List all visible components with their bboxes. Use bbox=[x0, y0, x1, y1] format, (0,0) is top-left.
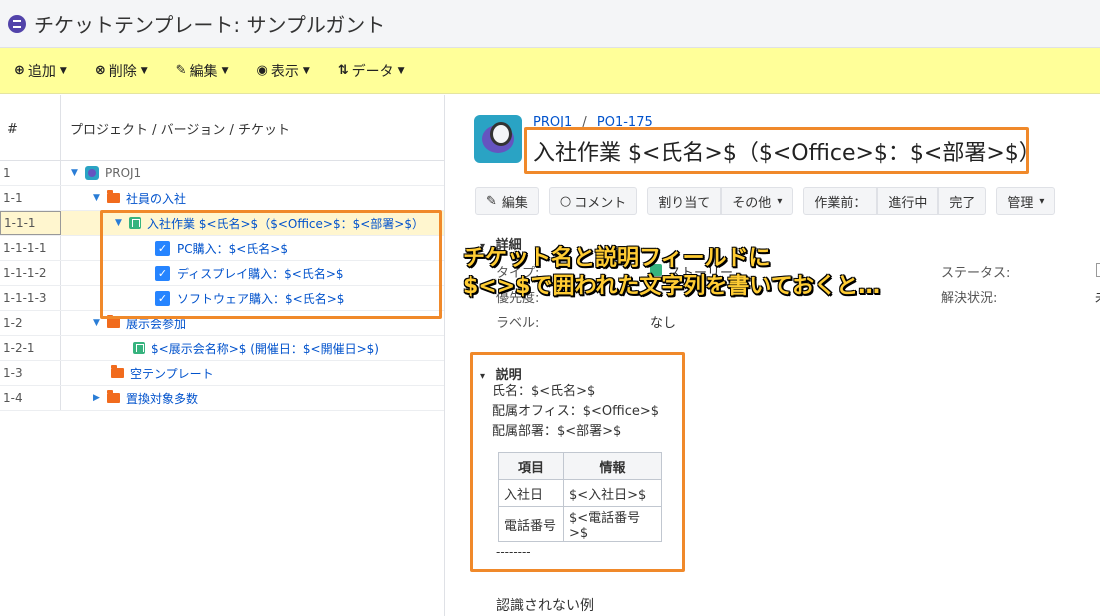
status-label: ステータス: bbox=[941, 266, 1011, 281]
edit-label: 編集 bbox=[189, 63, 218, 80]
resolution-label: 解決状況: bbox=[941, 291, 998, 306]
row-number: 1-4 bbox=[0, 386, 61, 410]
admin-label: 管理 bbox=[1007, 195, 1034, 211]
row-label: $<展示会名称>$ (開催日：$<開催日>$) bbox=[151, 341, 379, 356]
plus-circle-icon: ⊕ bbox=[14, 63, 25, 78]
project-icon bbox=[85, 166, 99, 180]
annotation-callout: チケット名と説明フィールドに $<>$で囲われた文字列を書いておくと… bbox=[463, 245, 880, 301]
tree-row-1-2-1[interactable]: 1-2-1 $<展示会名称>$ (開催日：$<開催日>$) bbox=[0, 336, 444, 361]
row-number: 1-2 bbox=[0, 311, 61, 335]
row-label: 置換対象多数 bbox=[126, 391, 199, 406]
eye-icon: ◉ bbox=[256, 63, 268, 78]
row-number: 1 bbox=[0, 161, 61, 185]
comment-icon: ○ bbox=[559, 193, 572, 209]
row-number: 1-1 bbox=[0, 186, 61, 210]
delete-label: 削除 bbox=[108, 63, 137, 80]
chevron-down-icon: ▾ bbox=[1039, 195, 1045, 207]
assign-button[interactable]: 割り当て bbox=[647, 187, 722, 215]
row-number: 1-1-1-3 bbox=[0, 286, 61, 310]
column-header-title: プロジェクト / バージョン / チケット bbox=[70, 123, 291, 138]
expand-toggle-icon[interactable]: ▼ bbox=[93, 318, 107, 328]
title-bar: チケットテンプレート: サンプルガント bbox=[0, 0, 1100, 48]
row-label: 社員の入社 bbox=[126, 191, 187, 206]
view-label: 表示 bbox=[270, 63, 299, 80]
callout-line: チケット名と説明フィールドに bbox=[463, 246, 771, 271]
caret-down-icon: ▼ bbox=[397, 65, 405, 76]
unrecognized-example-text: 認識されない例 bbox=[496, 598, 594, 614]
highlight-title-box bbox=[524, 127, 1029, 174]
window-title: チケットテンプレート: サンプルガント bbox=[34, 13, 386, 37]
more-button[interactable]: その他 ▾ bbox=[721, 187, 794, 215]
status-before-label: 作業前： bbox=[814, 195, 867, 211]
row-label: PROJ1 bbox=[105, 166, 142, 180]
caret-down-icon: ▼ bbox=[302, 65, 310, 76]
sort-arrows-icon: ⇅ bbox=[337, 63, 349, 78]
add-label: 追加 bbox=[27, 63, 56, 80]
tree-row-1-3[interactable]: 1-3 空テンプレート bbox=[0, 361, 444, 386]
pencil-icon: ✎ bbox=[175, 63, 187, 78]
more-label: その他 bbox=[732, 195, 772, 211]
issue-tree: # プロジェクト / バージョン / チケット 1 ▼ PROJ1 1-1 ▼ … bbox=[0, 95, 445, 616]
tree-row-1-4[interactable]: 1-4 ▶ 置換対象多数 bbox=[0, 386, 444, 411]
row-number: 1-1-1-2 bbox=[0, 261, 61, 285]
expand-toggle-icon[interactable]: ▶ bbox=[93, 393, 107, 403]
labels-label: ラベル: bbox=[496, 316, 540, 331]
column-header-number: # bbox=[0, 95, 61, 160]
close-circle-icon: ⊗ bbox=[94, 63, 106, 78]
data-label: データ bbox=[351, 63, 394, 80]
delete-button[interactable]: ⊗ 削除 ▼ bbox=[95, 61, 148, 81]
edit-button[interactable]: ✎ 編集 ▼ bbox=[176, 61, 229, 81]
comment-label: コメント bbox=[574, 195, 627, 211]
caret-down-icon: ▼ bbox=[221, 65, 229, 76]
status-lozenge bbox=[1096, 263, 1100, 277]
assign-label: 割り当て bbox=[658, 195, 711, 211]
row-number: 1-1-1-1 bbox=[0, 236, 61, 260]
admin-button[interactable]: 管理 ▾ bbox=[996, 187, 1056, 215]
edit-issue-label: 編集 bbox=[501, 195, 528, 211]
comment-button[interactable]: ○ コメント bbox=[548, 187, 638, 215]
folder-icon bbox=[111, 365, 124, 378]
tree-row-1-1[interactable]: 1-1 ▼ 社員の入社 bbox=[0, 186, 444, 211]
row-number: 1-1-1 bbox=[0, 211, 61, 235]
edit-issue-button[interactable]: ✎ 編集 bbox=[475, 187, 539, 215]
highlight-description-box bbox=[470, 352, 685, 572]
tree-row-proj1[interactable]: 1 ▼ PROJ1 bbox=[0, 161, 444, 186]
row-label: 空テンプレート bbox=[130, 366, 214, 381]
row-number: 1-2-1 bbox=[0, 336, 61, 360]
toolbar: ⊕ 追加 ▼ ⊗ 削除 ▼ ✎ 編集 ▼ ◉ 表示 ▼ ⇅ データ ▼ bbox=[0, 48, 1100, 94]
app-logo-icon bbox=[8, 14, 26, 33]
tree-header: # プロジェクト / バージョン / チケット bbox=[0, 95, 444, 161]
pencil-icon: ✎ bbox=[486, 193, 497, 209]
callout-line: $<>$で囲われた文字列を書いておくと… bbox=[463, 274, 881, 299]
data-button[interactable]: ⇅ データ ▼ bbox=[338, 61, 405, 81]
expand-toggle-icon[interactable]: ▼ bbox=[71, 168, 85, 178]
issue-actions: ✎ 編集 ○ コメント 割り当て その他 ▾ 作業前： 進行中 完了 管理 ▾ bbox=[475, 187, 1065, 215]
resolution-value: 未 bbox=[1095, 287, 1100, 306]
project-avatar-icon bbox=[474, 115, 522, 163]
in-progress-label: 進行中 bbox=[888, 195, 928, 211]
highlight-tree-box bbox=[100, 210, 442, 319]
caret-down-icon: ▼ bbox=[140, 65, 148, 76]
status-before-button[interactable]: 作業前： bbox=[803, 187, 878, 215]
story-icon bbox=[133, 342, 145, 354]
labels-value: なし bbox=[650, 316, 677, 331]
add-button[interactable]: ⊕ 追加 ▼ bbox=[14, 61, 67, 81]
caret-down-icon: ▼ bbox=[59, 65, 67, 76]
status-in-progress-button[interactable]: 進行中 bbox=[877, 187, 939, 215]
view-button[interactable]: ◉ 表示 ▼ bbox=[256, 61, 309, 81]
expand-toggle-icon[interactable]: ▼ bbox=[93, 193, 107, 203]
done-label: 完了 bbox=[949, 195, 976, 211]
chevron-down-icon: ▾ bbox=[777, 195, 783, 207]
folder-icon bbox=[107, 315, 120, 328]
row-number: 1-3 bbox=[0, 361, 61, 385]
folder-icon bbox=[107, 190, 120, 203]
folder-icon bbox=[107, 390, 120, 403]
status-done-button[interactable]: 完了 bbox=[938, 187, 987, 215]
